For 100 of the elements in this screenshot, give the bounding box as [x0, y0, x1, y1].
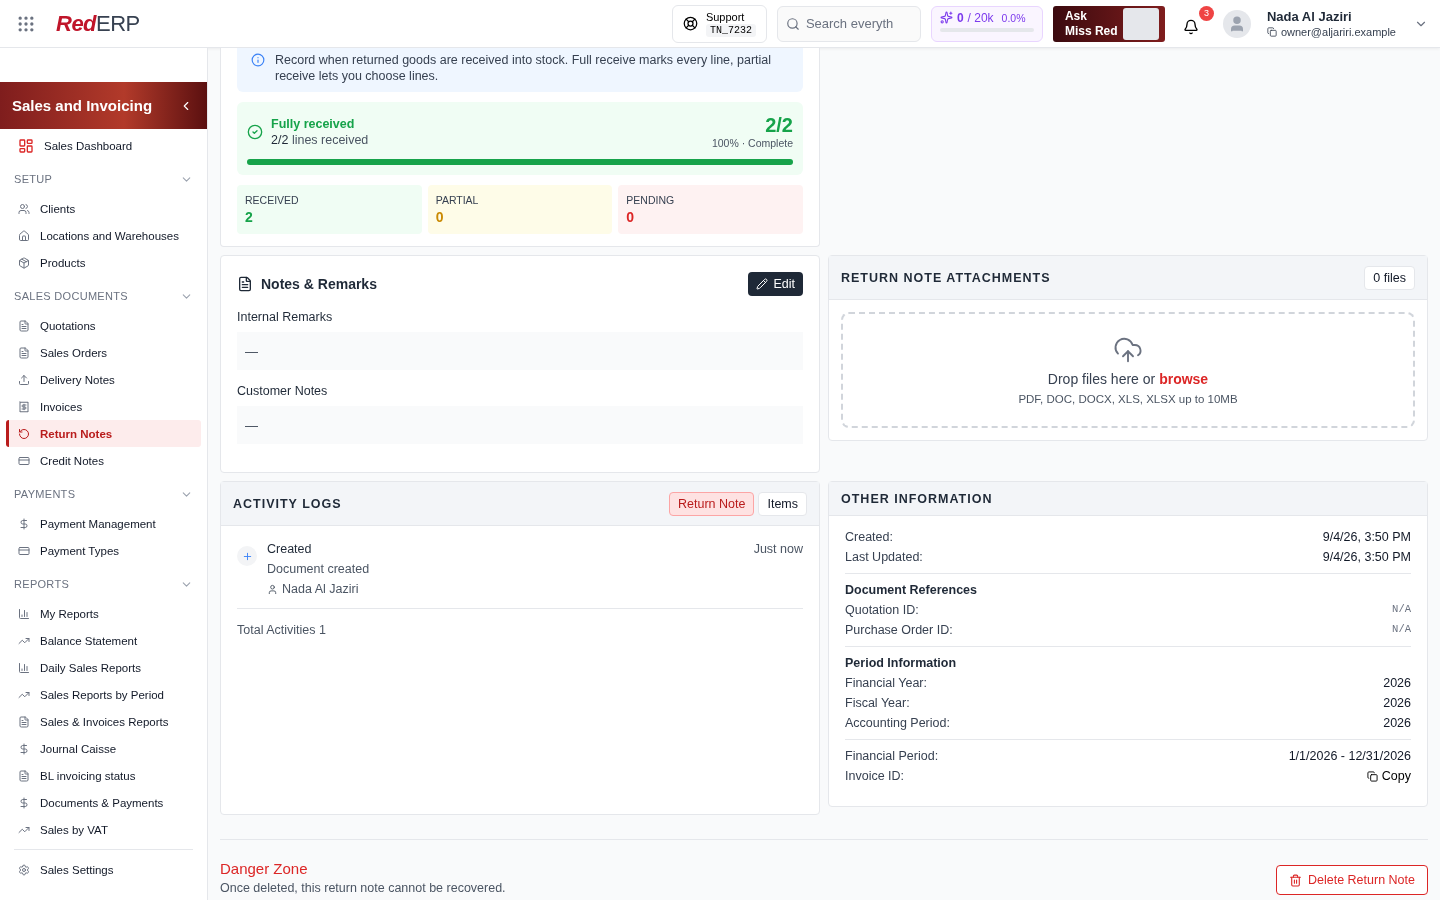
- section-header[interactable]: SALES DOCUMENTS: [0, 280, 207, 312]
- info-label: Fiscal Year:: [845, 696, 910, 710]
- section-header[interactable]: SETUP: [0, 163, 207, 195]
- sidebar-item[interactable]: Sales Reports by Period: [6, 681, 201, 708]
- cloud-upload-icon: [1113, 335, 1143, 365]
- sidebar-item[interactable]: Quotations: [6, 312, 201, 339]
- sidebar-item[interactable]: Products: [6, 249, 201, 276]
- user-icon: [267, 583, 278, 595]
- document-icon: [237, 276, 253, 292]
- sidebar-item[interactable]: Delivery Notes: [6, 366, 201, 393]
- sidebar-item[interactable]: Locations and Warehouses: [6, 222, 201, 249]
- delete-button[interactable]: Delete Return Note: [1276, 865, 1428, 895]
- dashboard-icon: [18, 137, 34, 154]
- stat-label: PENDING: [626, 194, 676, 206]
- trash-icon: [1289, 873, 1302, 887]
- logo: RedERP: [56, 10, 140, 37]
- group-heading: Period Information: [845, 656, 958, 670]
- info-label: Invoice ID:: [845, 769, 905, 783]
- file-count: 0 files: [1364, 265, 1415, 290]
- attachments-title: RETURN NOTE ATTACHMENTS: [841, 270, 1051, 285]
- group-heading: Document References: [845, 583, 978, 597]
- sidebar-item[interactable]: Payment Types: [6, 537, 201, 564]
- photo-placeholder: [1122, 7, 1159, 40]
- entry-time: Just now: [753, 542, 803, 556]
- stat-value: 0: [435, 209, 445, 225]
- sidebar-item[interactable]: Sales Dashboard: [6, 132, 201, 159]
- user-name: Nada Al Jaziri: [1266, 9, 1353, 24]
- ticket-code: TN_7232: [705, 23, 756, 37]
- sidebar-item[interactable]: My Reports: [6, 600, 201, 627]
- entry-title: Created: [267, 542, 312, 556]
- sidebar-item[interactable]: Sales Settings: [6, 856, 201, 883]
- field-label: Internal Remarks: [237, 310, 334, 324]
- sidebar-item[interactable]: Return Notes: [6, 420, 201, 447]
- sidebar-item[interactable]: Journal Caisse: [6, 735, 201, 762]
- activity-tab[interactable]: Items: [758, 491, 807, 516]
- bell-icon: [1182, 18, 1199, 35]
- info-label: Financial Year:: [845, 676, 927, 690]
- info-label: Financial Period:: [845, 749, 939, 763]
- sidebar-item[interactable]: BL invoicing status: [6, 762, 201, 789]
- edit-button[interactable]: Edit: [748, 272, 803, 296]
- ask-assistant-button[interactable]: Ask Miss Red: [1052, 5, 1165, 42]
- progress-title: Fully received: [271, 116, 356, 131]
- browse-link[interactable]: browse: [1159, 371, 1209, 387]
- progress-ratio: 2/2: [765, 114, 793, 137]
- info-value: 2026: [1383, 676, 1411, 690]
- sidebar-item[interactable]: Daily Sales Reports: [6, 654, 201, 681]
- search-icon: [785, 16, 800, 31]
- sidebar-item[interactable]: Invoices: [6, 393, 201, 420]
- stat-label: RECEIVED: [245, 194, 300, 206]
- progress-caption: 2/2 lines received: [271, 132, 370, 147]
- usage-limit: / 20k: [967, 10, 994, 25]
- sidebar-item[interactable]: Clients: [6, 195, 201, 222]
- copy-icon: [1366, 770, 1378, 782]
- usage-percent: 0.0%: [1001, 11, 1026, 24]
- check-circle-icon: [247, 123, 263, 140]
- file-types-hint: PDF, DOC, DOCX, XLS, XLSX up to 10MB: [1018, 393, 1238, 405]
- info-label: Last Updated:: [845, 550, 923, 564]
- search-field[interactable]: Search everyth: [776, 5, 921, 42]
- sidebar-item[interactable]: Credit Notes: [6, 447, 201, 474]
- info-value: 9/4/26, 3:50 PM: [1322, 530, 1411, 544]
- notifications-button[interactable]: [1182, 18, 1199, 35]
- pencil-icon: [756, 278, 769, 290]
- usage-count: 0: [956, 10, 964, 25]
- sidebar-item[interactable]: Sales Orders: [6, 339, 201, 366]
- info-label: Accounting Period:: [845, 716, 950, 730]
- entry-description: Document created: [267, 562, 371, 576]
- activity-total: Total Activities 1: [237, 622, 327, 637]
- section-header[interactable]: PAYMENTS: [0, 478, 207, 510]
- lifebuoy-icon: [682, 16, 698, 31]
- activity-title: ACTIVITY LOGS: [233, 496, 342, 511]
- info-label: Purchase Order ID:: [845, 623, 953, 637]
- danger-text: Once deleted, this return note cannot be recovered.: [220, 881, 506, 895]
- info-text: Record when returned goods are received into stock. Full receive marks every line, partial receive lets you choose lines.: [275, 52, 773, 84]
- activity-tab[interactable]: Return Note: [669, 491, 755, 516]
- danger-title: Danger Zone: [220, 860, 309, 877]
- info-icon: [251, 53, 265, 67]
- info-value: 2026: [1383, 696, 1411, 710]
- section-header[interactable]: REPORTS: [0, 568, 207, 600]
- support-button[interactable]: Support TN_7232: [671, 4, 767, 43]
- sidebar-title: Sales and Invoicing: [12, 97, 153, 114]
- entry-user: Nada Al Jaziri: [282, 582, 359, 596]
- sidebar-item[interactable]: Balance Statement: [6, 627, 201, 654]
- drop-text: Drop files here or browse: [1047, 371, 1209, 387]
- sparkles-icon: [939, 11, 953, 24]
- info-label: Quotation ID:: [845, 603, 919, 617]
- info-value: N/A: [1392, 603, 1411, 617]
- info-value: N/A: [1392, 623, 1411, 637]
- drop-zone[interactable]: Drop files here or browse PDF, DOC, DOCX, XLS, XLSX up to 10MB: [841, 312, 1415, 428]
- sidebar-item[interactable]: Sales & Invoices Reports: [6, 708, 201, 735]
- plus-icon: [237, 546, 257, 566]
- sidebar-item[interactable]: Sales by VAT: [6, 816, 201, 843]
- stat-value: 2: [245, 209, 254, 225]
- sidebar-item[interactable]: Documents & Payments: [6, 789, 201, 816]
- stat-value: 0: [626, 209, 636, 225]
- copy-icon[interactable]: [1266, 27, 1277, 37]
- sidebar-item[interactable]: Payment Management: [6, 510, 201, 537]
- notification-count: 3: [1198, 5, 1214, 21]
- support-label: Support: [705, 10, 745, 23]
- gear-icon: [18, 863, 30, 876]
- copy-button[interactable]: Copy: [1366, 769, 1411, 783]
